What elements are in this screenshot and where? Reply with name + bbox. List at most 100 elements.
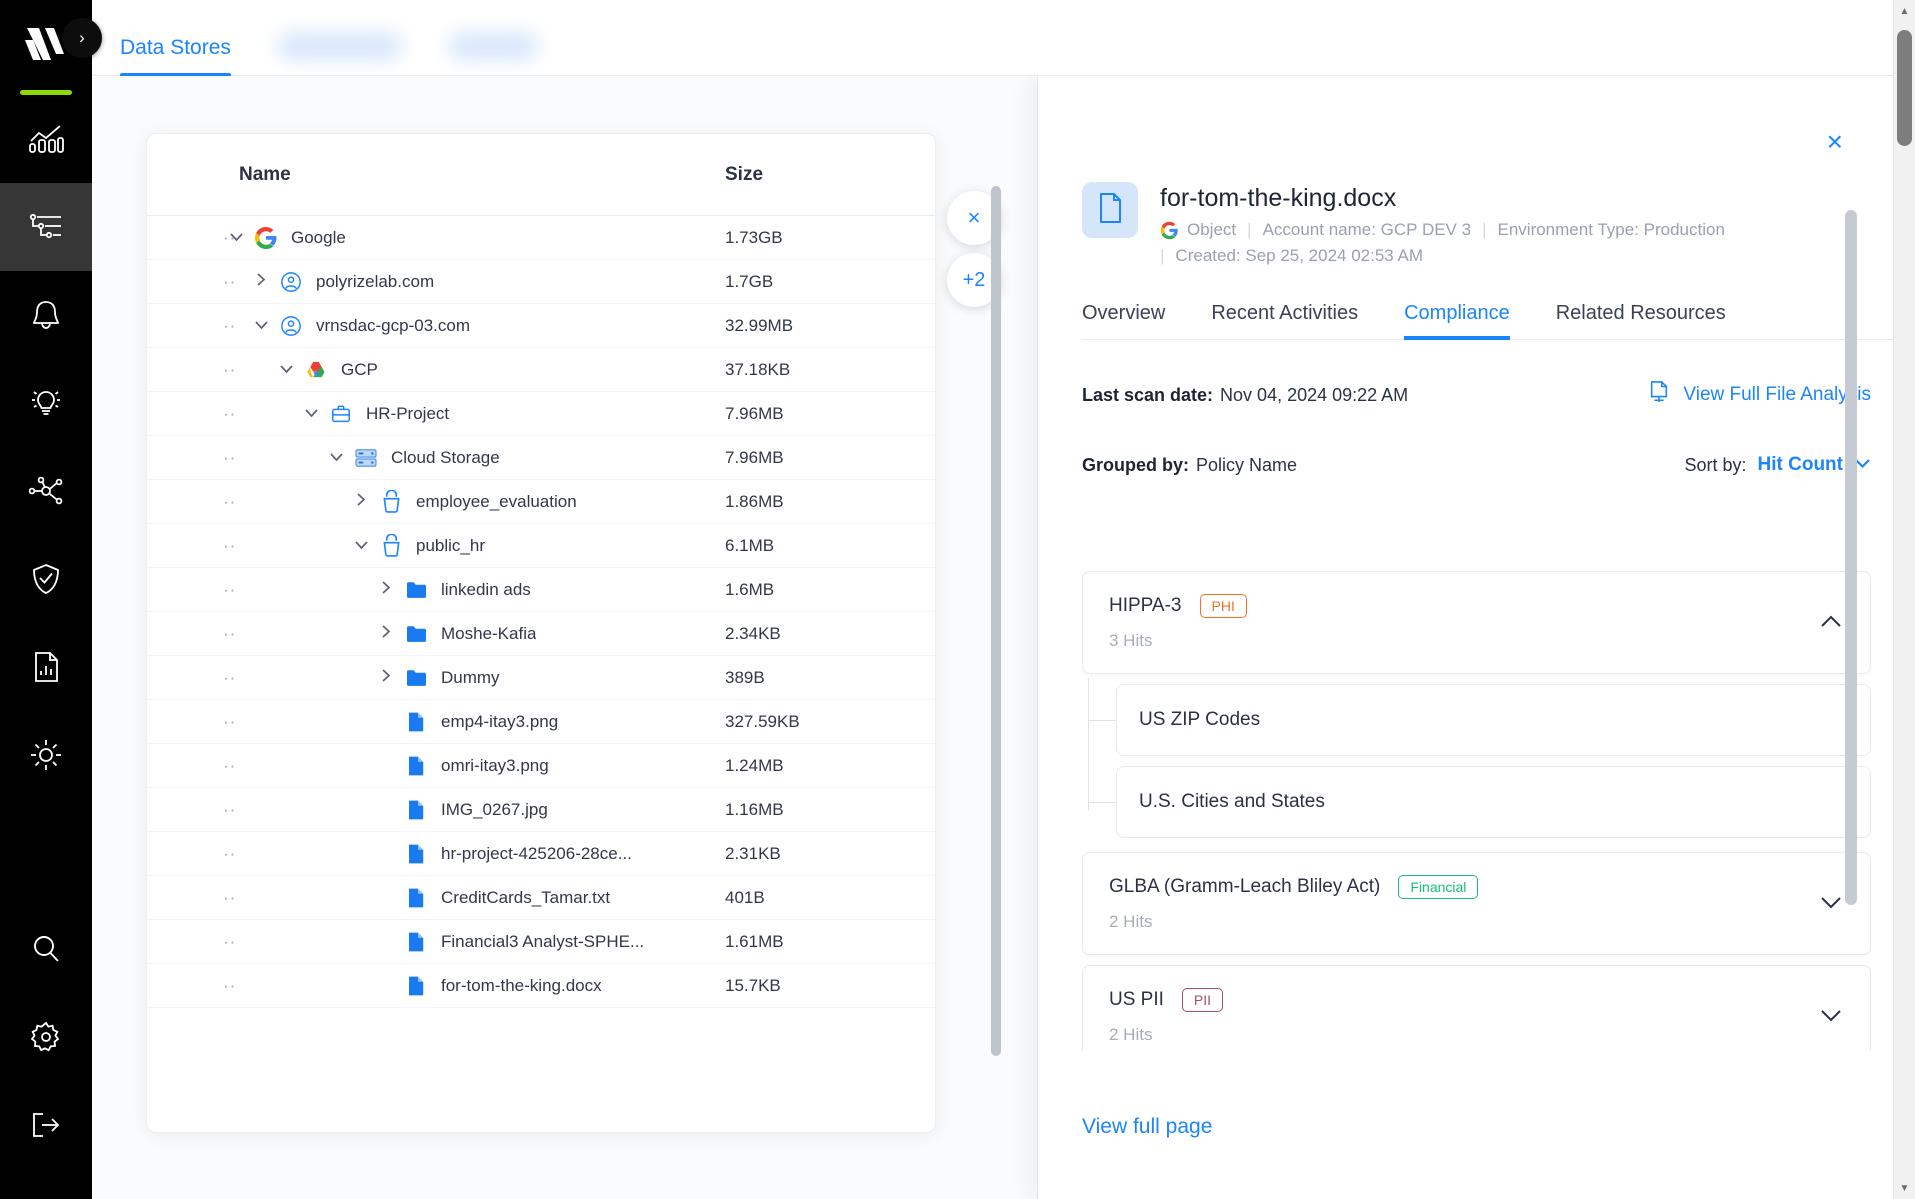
tree-row-label: Cloud Storage — [391, 447, 500, 467]
drag-handle-icon[interactable]: ·· — [147, 624, 235, 644]
chevron-right-icon[interactable] — [373, 668, 399, 687]
window-scrollbar-thumb[interactable] — [1897, 30, 1912, 146]
tree-row[interactable]: ·· HR-Project 7.96MB — [147, 392, 935, 436]
tree-row[interactable]: ·· for-tom-the-king.docx 15.7KB — [147, 964, 935, 1008]
drag-handle-icon[interactable]: ·· — [147, 360, 235, 380]
tab-overview[interactable]: Overview — [1082, 302, 1165, 339]
rail-collapse-button[interactable]: › — [62, 18, 102, 58]
tree-row[interactable]: ·· Moshe-Kafia 2.34KB — [147, 612, 935, 656]
drag-handle-icon[interactable]: ·· — [147, 756, 235, 776]
drag-handle-icon[interactable]: ·· — [147, 316, 235, 336]
drag-handle-icon[interactable]: ·· — [147, 844, 235, 864]
file-icon — [399, 887, 433, 909]
sidebar-item-data-stores[interactable] — [0, 183, 92, 271]
drag-handle-icon[interactable]: ·· — [147, 712, 235, 732]
shield-check-icon — [31, 562, 61, 596]
tree-row[interactable]: ·· linkedin ads 1.6MB — [147, 568, 935, 612]
chevron-right-icon[interactable] — [373, 624, 399, 643]
grouping-row: Grouped by: Policy Name Sort by: Hit Cou… — [1082, 454, 1871, 476]
chevron-down-icon[interactable] — [1820, 894, 1842, 914]
policy-card[interactable]: US PII PII 2 Hits — [1082, 965, 1871, 1051]
tree-row-label: hr-project-425206-28ce... — [441, 843, 632, 863]
chevron-down-icon[interactable] — [298, 405, 324, 422]
chevron-down-icon[interactable] — [323, 449, 349, 466]
chevron-up-icon[interactable] — [1820, 613, 1842, 633]
document-icon — [1096, 192, 1124, 229]
tree-row[interactable]: ·· Financial3 Analyst-SPHE... 1.61MB — [147, 920, 935, 964]
tree-row[interactable]: ·· Google 1.73GB — [147, 216, 935, 260]
drag-handle-icon[interactable]: ·· — [147, 668, 235, 688]
tree-row[interactable]: ·· CreditCards_Tamar.txt 401B — [147, 876, 935, 920]
sidebar-item-settings[interactable] — [0, 993, 92, 1081]
sidebar-item-logout[interactable] — [0, 1081, 92, 1169]
panel-tabs: Overview Recent Activities Compliance Re… — [1082, 302, 1915, 340]
chevron-down-icon[interactable] — [348, 537, 374, 554]
tree-row[interactable]: ·· employee_evaluation 1.86MB — [147, 480, 935, 524]
tab-data-stores[interactable]: Data Stores — [120, 36, 231, 77]
tree-row[interactable]: ·· vrnsdac-gcp-03.com 32.99MB — [147, 304, 935, 348]
sidebar-item-dashboard-analytics[interactable] — [0, 95, 92, 183]
sidebar-item-graph[interactable] — [0, 447, 92, 535]
sidebar-item-policies[interactable] — [0, 535, 92, 623]
chevron-right-icon[interactable] — [348, 492, 374, 511]
panel-close-button[interactable]: × — [1827, 128, 1843, 156]
scroll-up-arrow-icon[interactable]: ▲ — [1894, 0, 1915, 22]
scroll-down-arrow-icon[interactable]: ▼ — [1894, 1177, 1915, 1199]
tree-row[interactable]: ·· GCP 37.18KB — [147, 348, 935, 392]
drag-handle-icon[interactable]: ·· — [147, 228, 235, 248]
tab-compliance[interactable]: Compliance — [1404, 302, 1510, 340]
view-full-page-link[interactable]: View full page — [1082, 1115, 1212, 1139]
chevron-right-icon[interactable] — [373, 580, 399, 599]
policy-card[interactable]: HIPPA-3 PHI 3 Hits — [1082, 571, 1871, 674]
tree-row-size: 2.34KB — [725, 623, 781, 643]
tree-row[interactable]: ·· emp4-itay3.png 327.59KB — [147, 700, 935, 744]
panel-scrollbar-thumb[interactable] — [1845, 210, 1857, 905]
window-scrollbar[interactable]: ▲ ▼ — [1893, 0, 1915, 1199]
drag-handle-icon[interactable]: ·· — [147, 272, 235, 292]
tree-row[interactable]: ·· Dummy 389B — [147, 656, 935, 700]
tab-blurred-1[interactable] — [276, 32, 402, 76]
report-document-icon — [31, 650, 61, 684]
chevron-down-icon[interactable] — [1820, 1007, 1842, 1027]
tree-row[interactable]: ·· omri-itay3.png 1.24MB — [147, 744, 935, 788]
drag-handle-icon[interactable]: ·· — [147, 536, 235, 556]
chevron-down-icon[interactable] — [248, 317, 274, 334]
sidebar-item-alerts[interactable] — [0, 271, 92, 359]
view-full-file-analysis-link[interactable]: View Full File Analysis — [1648, 380, 1871, 410]
tab-related-resources[interactable]: Related Resources — [1556, 302, 1726, 339]
drag-handle-icon[interactable]: ·· — [147, 404, 235, 424]
chevron-down-icon[interactable] — [273, 361, 299, 378]
policy-child-card[interactable]: U.S. Cities and States — [1089, 766, 1871, 838]
tree-scrollbar-thumb[interactable] — [991, 186, 1001, 1056]
drag-handle-icon[interactable]: ·· — [147, 800, 235, 820]
tree-row-size: 1.24MB — [725, 755, 784, 775]
sort-by-value[interactable]: Hit Count — [1758, 454, 1843, 476]
sort-control[interactable]: Sort by: Hit Count — [1684, 454, 1871, 476]
sidebar-item-reports[interactable] — [0, 623, 92, 711]
tab-recent-activities[interactable]: Recent Activities — [1211, 302, 1358, 339]
bucket-icon — [374, 534, 408, 557]
sidebar-item-theme[interactable] — [0, 711, 92, 799]
sidebar-item-search[interactable] — [0, 905, 92, 993]
drag-handle-icon[interactable]: ·· — [147, 448, 235, 468]
policy-card[interactable]: GLBA (Gramm-Leach Bliley Act) Financial 2 … — [1082, 852, 1871, 955]
drag-handle-icon[interactable]: ·· — [147, 932, 235, 952]
sidebar-item-insights[interactable] — [0, 359, 92, 447]
chevron-down-icon[interactable] — [223, 229, 249, 246]
drag-handle-icon[interactable]: ·· — [147, 492, 235, 512]
tree-row[interactable]: ·· polyrizelab.com 1.7GB — [147, 260, 935, 304]
tab-blurred-2[interactable] — [447, 32, 538, 76]
drag-handle-icon[interactable]: ·· — [147, 580, 235, 600]
more-count-label: +2 — [962, 268, 986, 291]
tree-row[interactable]: ·· IMG_0267.jpg 1.16MB — [147, 788, 935, 832]
drag-handle-icon[interactable]: ·· — [147, 888, 235, 908]
tree-row[interactable]: ·· public_hr 6.1MB — [147, 524, 935, 568]
policy-cards: HIPPA-3 PHI 3 Hits US ZIP Codes U.S. Cities … — [1082, 571, 1871, 1051]
chevron-right-icon[interactable] — [248, 272, 274, 291]
file-icon — [399, 711, 433, 733]
policy-child-card[interactable]: US ZIP Codes — [1089, 684, 1871, 756]
tree-row[interactable]: ·· Cloud Storage 7.96MB — [147, 436, 935, 480]
drag-handle-icon[interactable]: ·· — [147, 976, 235, 996]
tree-row[interactable]: ·· hr-project-425206-28ce... 2.31KB — [147, 832, 935, 876]
account-icon — [274, 315, 308, 337]
